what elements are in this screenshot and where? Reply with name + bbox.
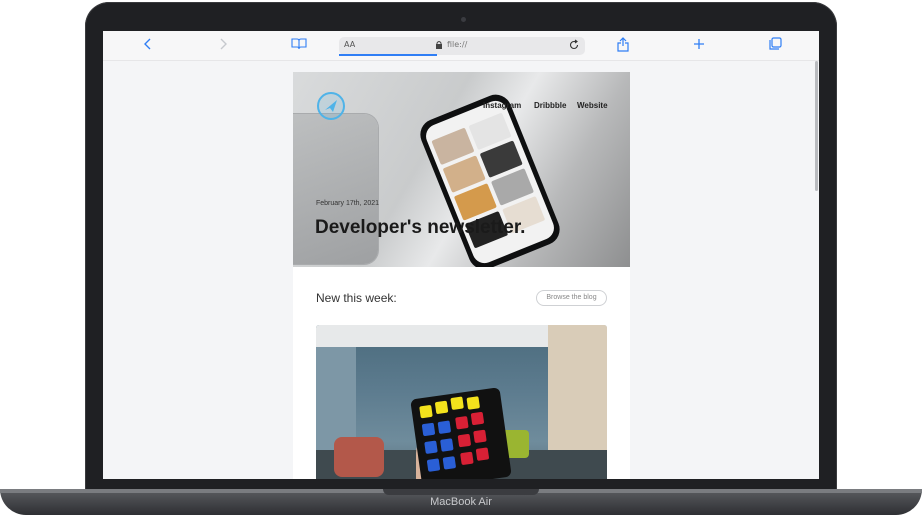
back-icon[interactable]: [139, 37, 157, 55]
nav-link-website[interactable]: Website: [577, 101, 608, 110]
newsletter-card: Instagram Dribbble Website February 17th…: [293, 72, 630, 479]
section-title: New this week:: [316, 291, 397, 305]
hero-banner: Instagram Dribbble Website February 17th…: [293, 72, 630, 267]
tabs-icon[interactable]: [766, 37, 784, 55]
camera-icon: [461, 17, 466, 22]
share-icon[interactable]: [614, 37, 632, 55]
rubiks-cube-image: [410, 387, 512, 479]
nav-link-dribbble[interactable]: Dribbble: [534, 101, 566, 110]
browser-window: AA file:// Instagram Dribbble Website Fe…: [103, 31, 819, 479]
book-icon[interactable]: [290, 37, 308, 55]
text-size-button[interactable]: AA: [344, 40, 355, 49]
plus-icon[interactable]: [690, 37, 708, 55]
address-bar[interactable]: AA file://: [339, 37, 585, 56]
reload-icon[interactable]: [568, 39, 580, 51]
device-model-label: MacBook Air: [430, 496, 492, 508]
url-text: file://: [447, 40, 468, 49]
browse-blog-button[interactable]: Browse the blog: [536, 290, 607, 306]
scrollbar[interactable]: [815, 61, 818, 191]
browser-toolbar: AA file://: [103, 31, 819, 61]
hero-phone-image: [415, 89, 565, 267]
featured-post-image[interactable]: [316, 325, 607, 479]
lock-icon: [436, 41, 442, 49]
page-title: Developer's newsletter.: [315, 217, 526, 238]
hero-laptop-image: [293, 114, 378, 264]
forward-icon[interactable]: [214, 37, 232, 55]
load-progress: [339, 54, 437, 56]
laptop-notch: [383, 489, 539, 495]
paper-plane-icon[interactable]: [317, 92, 345, 120]
post-date: February 17th, 2021: [316, 200, 380, 207]
nav-link-instagram[interactable]: Instagram: [483, 101, 521, 110]
